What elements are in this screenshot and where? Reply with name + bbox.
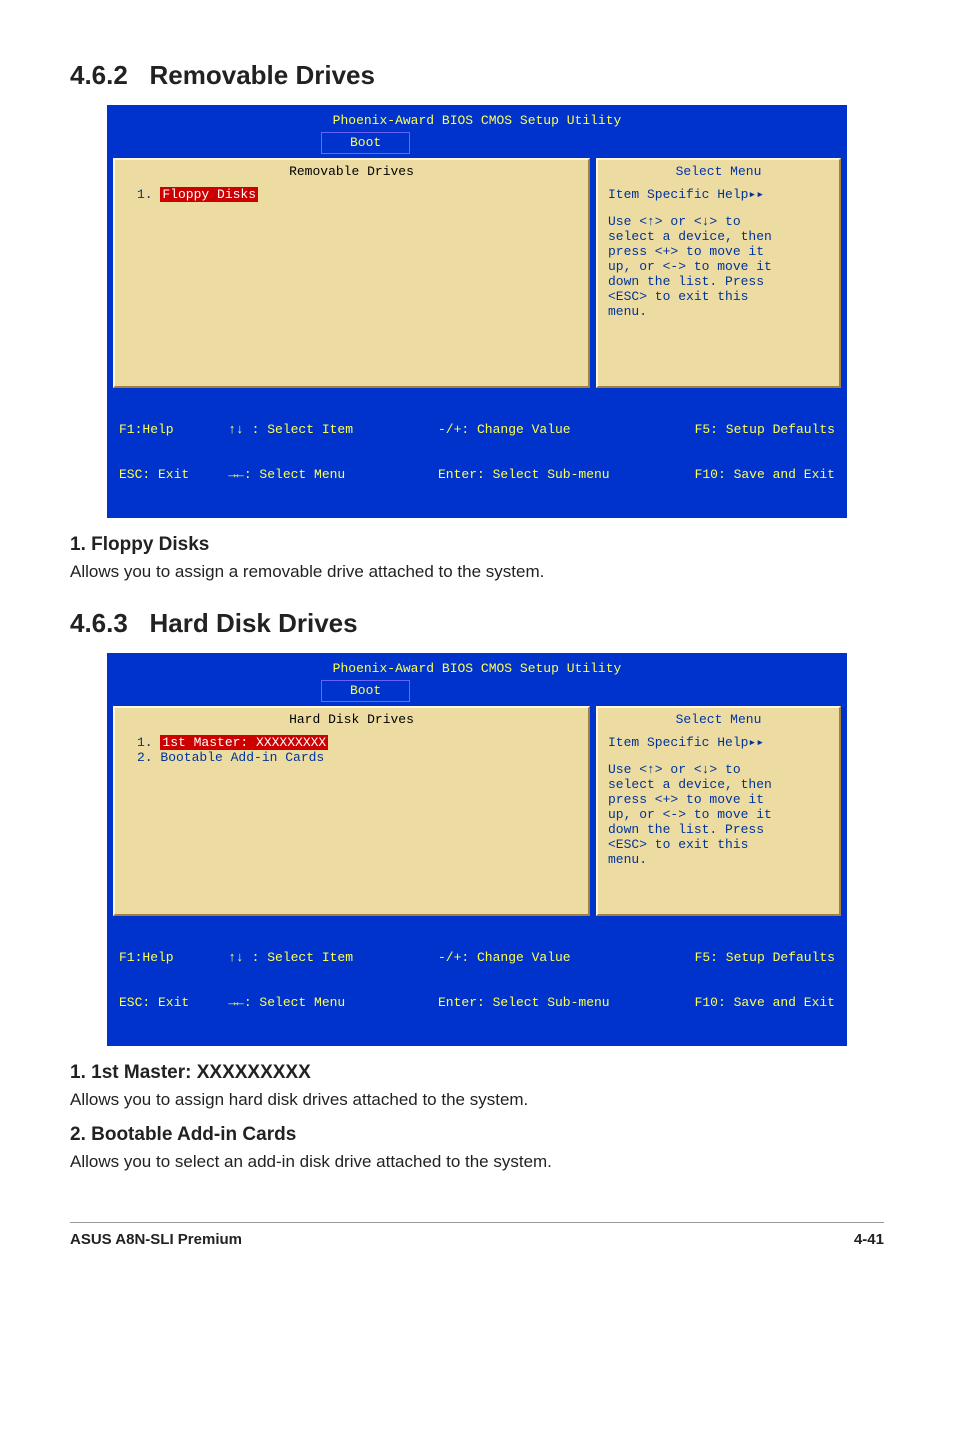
helpbar-right: F5: Setup Defaults F10: Save and Exit — [695, 392, 835, 512]
section-heading: 4.6.3 Hard Disk Drives — [70, 608, 884, 639]
helpbar-line: ESC: Exit →←: Select Menu — [119, 995, 353, 1010]
list-item[interactable]: 1. 1st Master: XXXXXXXXX — [137, 735, 578, 750]
helpbar-mid: -/+: Change Value Enter: Select Sub-menu — [438, 920, 610, 1040]
helpbar-line: F5: Setup Defaults — [695, 422, 835, 437]
helpbar-line: F1:Help ↑↓ : Select Item — [119, 950, 353, 965]
body-text: Allows you to select an add-in disk driv… — [70, 1152, 884, 1172]
help-line: select a device, then — [608, 777, 829, 792]
body-text: Allows you to assign a removable drive a… — [70, 562, 884, 582]
helpbar-line: Enter: Select Sub-menu — [438, 995, 610, 1010]
helpbar-line: F10: Save and Exit — [695, 995, 835, 1010]
helpbar-line: -/+: Change Value — [438, 950, 610, 965]
list-item[interactable]: 2. Bootable Add-in Cards — [137, 750, 578, 765]
help-line: <ESC> to exit this — [608, 837, 829, 852]
help-line: select a device, then — [608, 229, 829, 244]
help-line: Item Specific Help▸▸ — [608, 187, 829, 202]
bios-left-panel: Removable Drives 1. Floppy Disks — [113, 158, 590, 388]
help-gap — [608, 202, 829, 214]
list-label-selected: Floppy Disks — [160, 187, 258, 202]
section-num: 4.6.3 — [70, 608, 128, 638]
bios-right-panel: Select Menu Item Specific Help▸▸ Use <↑>… — [596, 158, 841, 388]
bios-helpbar: F1:Help ↑↓ : Select Item ESC: Exit →←: S… — [113, 388, 841, 518]
help-gap — [608, 750, 829, 762]
bios-tab-boot[interactable]: Boot — [321, 132, 410, 154]
list-prefix: 1. — [137, 735, 160, 750]
bios-left-list: 1. Floppy Disks — [125, 187, 578, 202]
help-line: <ESC> to exit this — [608, 289, 829, 304]
section-title: Removable Drives — [150, 60, 375, 90]
right-panel-header: Select Menu — [608, 712, 829, 727]
bios-window-removable: Phoenix-Award BIOS CMOS Setup Utility Bo… — [107, 105, 847, 518]
list-prefix: 2. — [137, 750, 160, 765]
help-line: press <+> to move it — [608, 244, 829, 259]
bios-title: Phoenix-Award BIOS CMOS Setup Utility — [113, 659, 841, 680]
bios-tab-boot[interactable]: Boot — [321, 680, 410, 702]
footer-page-num: 4-41 — [854, 1231, 884, 1248]
section-num: 4.6.2 — [70, 60, 128, 90]
helpbar-line: -/+: Change Value — [438, 422, 610, 437]
subheading: 1. 1st Master: XXXXXXXXX — [70, 1062, 884, 1084]
menubar-spacer — [113, 132, 321, 154]
helpbar-left: F1:Help ↑↓ : Select Item ESC: Exit →←: S… — [119, 392, 353, 512]
right-panel-header: Select Menu — [608, 164, 829, 179]
help-line: press <+> to move it — [608, 792, 829, 807]
list-item[interactable]: 1. Floppy Disks — [137, 187, 578, 202]
bios-panels: Removable Drives 1. Floppy Disks Select … — [113, 158, 841, 388]
bios-left-panel: Hard Disk Drives 1. 1st Master: XXXXXXXX… — [113, 706, 590, 916]
subheading: 1. Floppy Disks — [70, 534, 884, 556]
help-line: Item Specific Help▸▸ — [608, 735, 829, 750]
help-line: down the list. Press — [608, 822, 829, 837]
bios-helpbar: F1:Help ↑↓ : Select Item ESC: Exit →←: S… — [113, 916, 841, 1046]
list-label-selected: 1st Master: XXXXXXXXX — [160, 735, 328, 750]
help-line: up, or <-> to move it — [608, 259, 829, 274]
helpbar-line: F5: Setup Defaults — [695, 950, 835, 965]
menubar-spacer — [113, 680, 321, 702]
helpbar-mid: -/+: Change Value Enter: Select Sub-menu — [438, 392, 610, 512]
helpbar-left: F1:Help ↑↓ : Select Item ESC: Exit →←: S… — [119, 920, 353, 1040]
section-heading: 4.6.2 Removable Drives — [70, 60, 884, 91]
bios-panels: Hard Disk Drives 1. 1st Master: XXXXXXXX… — [113, 706, 841, 916]
list-prefix: 1. — [137, 187, 160, 202]
left-panel-header: Removable Drives — [125, 164, 578, 179]
list-label: Bootable Add-in Cards — [160, 750, 324, 765]
left-panel-header: Hard Disk Drives — [125, 712, 578, 727]
footer-product: ASUS A8N-SLI Premium — [70, 1231, 242, 1248]
bios-title: Phoenix-Award BIOS CMOS Setup Utility — [113, 111, 841, 132]
help-line: Use <↑> or <↓> to — [608, 214, 829, 229]
body-text: Allows you to assign hard disk drives at… — [70, 1090, 884, 1110]
bios-menubar: Boot — [113, 680, 841, 702]
help-line: menu. — [608, 304, 829, 319]
helpbar-line: Enter: Select Sub-menu — [438, 467, 610, 482]
help-line: up, or <-> to move it — [608, 807, 829, 822]
help-line: Use <↑> or <↓> to — [608, 762, 829, 777]
helpbar-line: F10: Save and Exit — [695, 467, 835, 482]
footer-divider — [70, 1222, 884, 1223]
page-footer: ASUS A8N-SLI Premium 4-41 — [70, 1231, 884, 1248]
bios-left-list: 1. 1st Master: XXXXXXXXX 2. Bootable Add… — [125, 735, 578, 765]
help-line: down the list. Press — [608, 274, 829, 289]
help-line: menu. — [608, 852, 829, 867]
bios-menubar: Boot — [113, 132, 841, 154]
section-title: Hard Disk Drives — [150, 608, 358, 638]
subheading: 2. Bootable Add-in Cards — [70, 1124, 884, 1146]
helpbar-right: F5: Setup Defaults F10: Save and Exit — [695, 920, 835, 1040]
bios-window-harddisk: Phoenix-Award BIOS CMOS Setup Utility Bo… — [107, 653, 847, 1046]
helpbar-line: F1:Help ↑↓ : Select Item — [119, 422, 353, 437]
helpbar-line: ESC: Exit →←: Select Menu — [119, 467, 353, 482]
bios-right-panel: Select Menu Item Specific Help▸▸ Use <↑>… — [596, 706, 841, 916]
